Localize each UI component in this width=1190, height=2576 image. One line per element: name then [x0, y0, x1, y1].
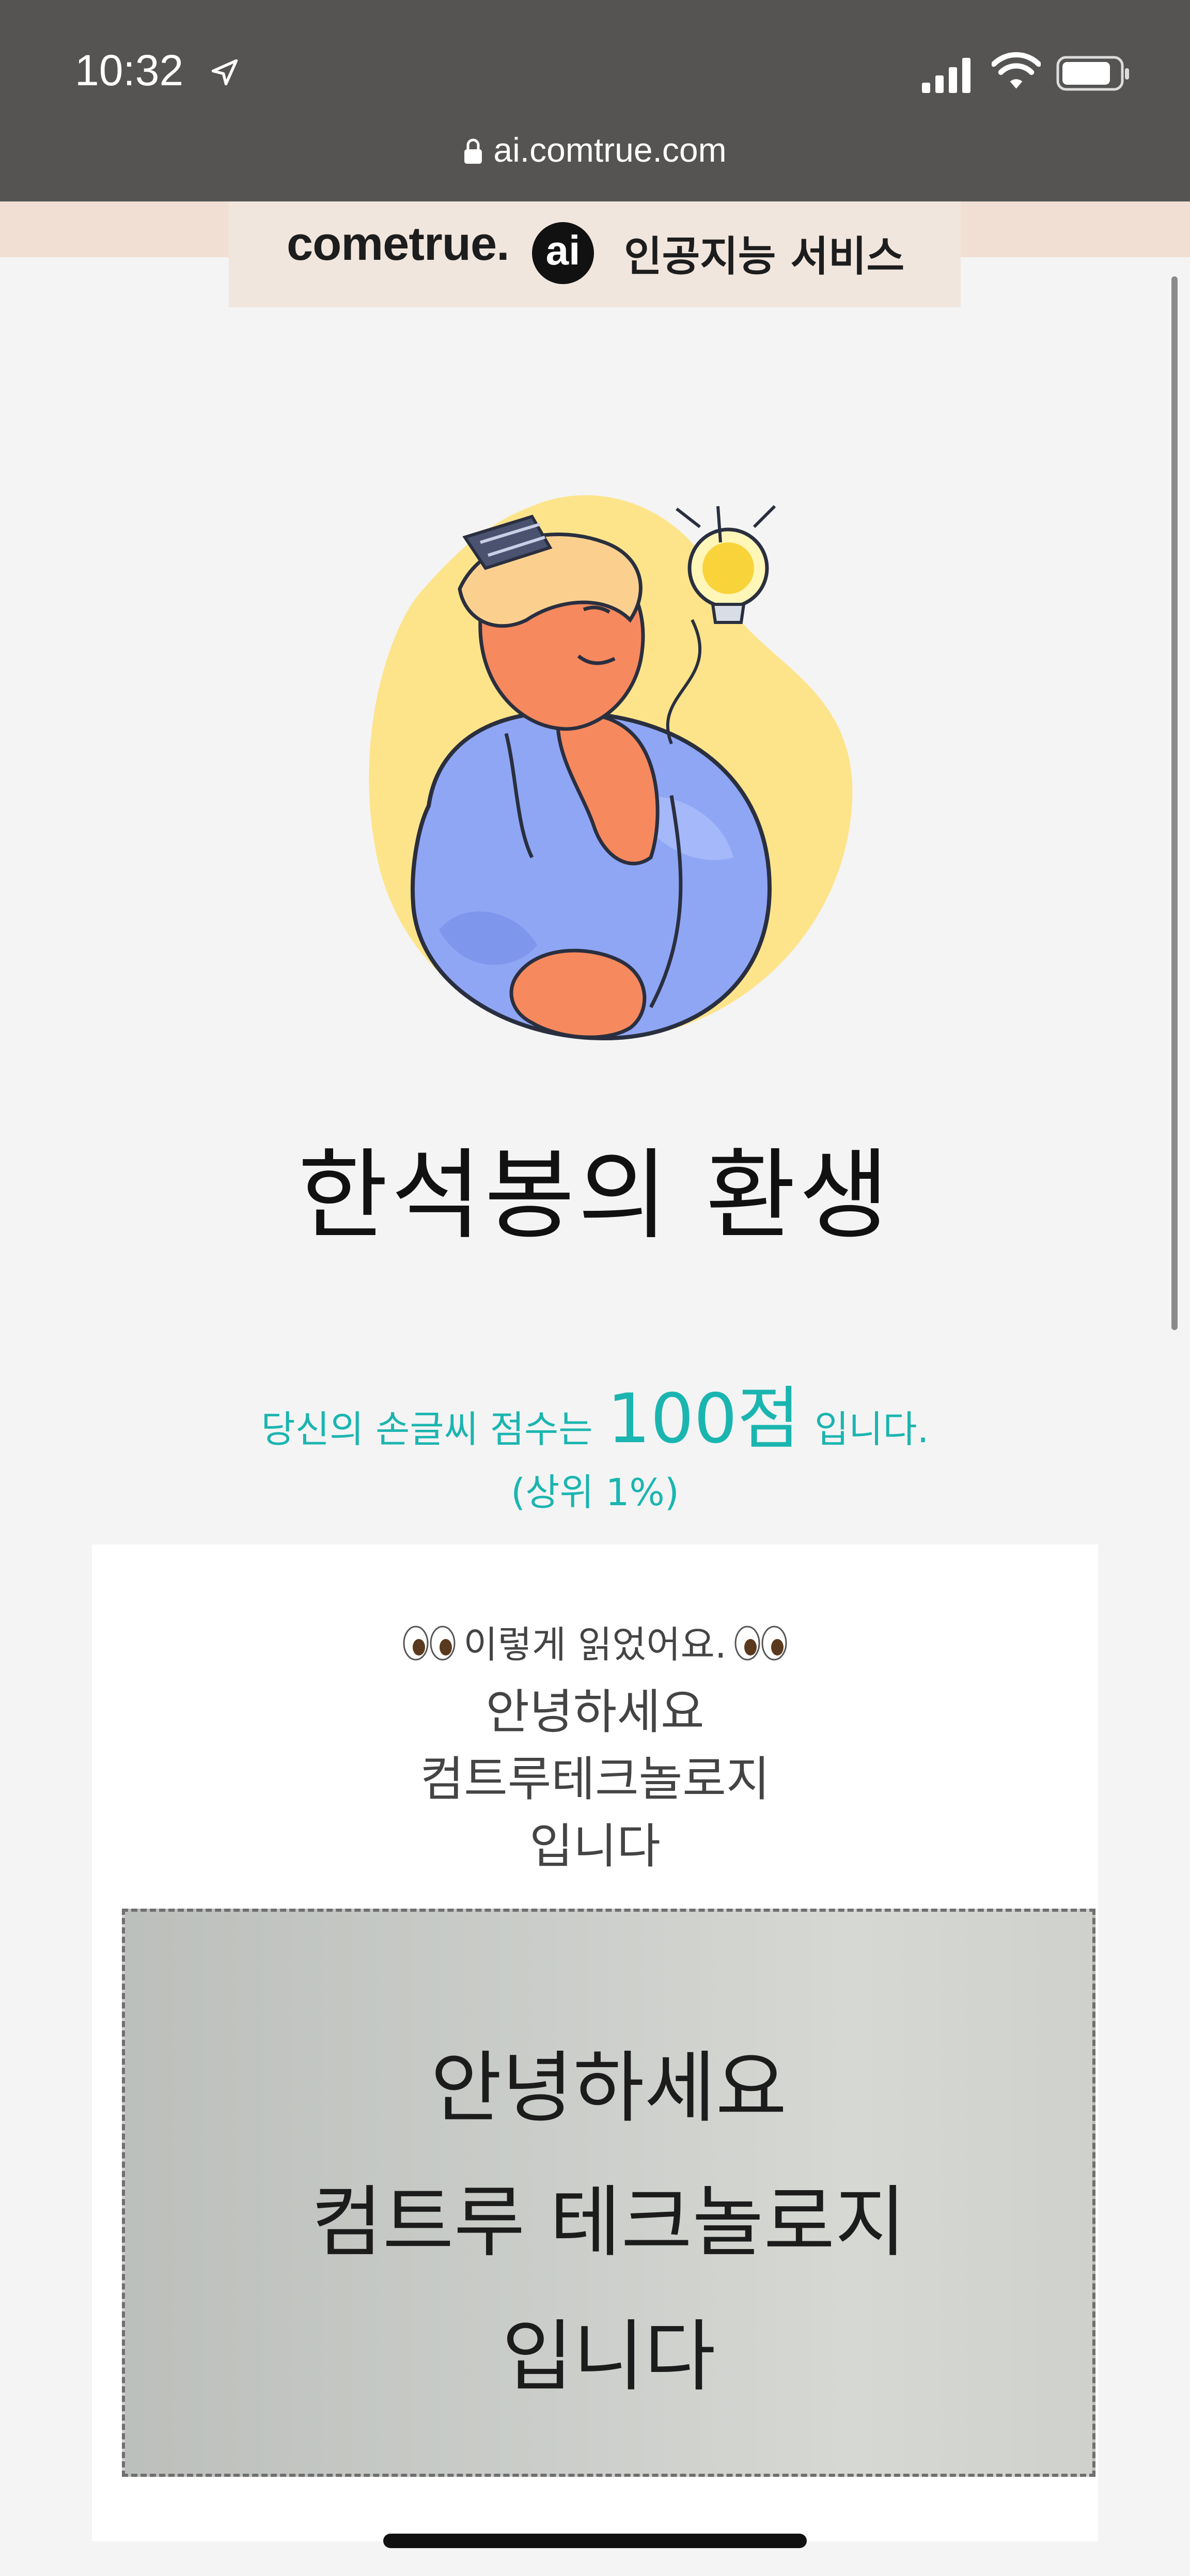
url-text: ai.comtrue.com — [493, 131, 727, 169]
thinking-man-illustration — [362, 465, 868, 1085]
brand-logo-text: cometrue. — [287, 217, 510, 270]
page-title: 한석봉의 환생 — [298, 1138, 892, 1253]
recognized-text-line: 입니다 — [529, 1819, 661, 1874]
handwriting-line: 입니다 — [502, 2312, 716, 2402]
brand-ai-badge: ai — [532, 222, 594, 284]
cellular-signal-icon — [922, 57, 974, 95]
eyes-icon — [734, 1625, 788, 1671]
battery-icon — [1056, 56, 1131, 94]
score-rank: (상위 1%) — [511, 1471, 679, 1514]
eyes-icon — [402, 1625, 456, 1671]
recognized-text-line: 컴트루테크놀로지 — [420, 1752, 770, 1807]
service-label: 인공지능 서비스 — [624, 232, 905, 280]
status-bar: 10:32 ai.comtrue.com — [0, 0, 1190, 201]
result-card: 이렇게 읽었어요. 안녕하세요 컴트루테크놀로지 입니다 안녕하세요 컴트루 테… — [92, 1544, 1098, 2541]
score-suffix: 입니다. — [814, 1408, 929, 1451]
lock-icon — [463, 133, 483, 173]
address-bar[interactable]: ai.comtrue.com — [0, 130, 1190, 173]
score-value: 100점 — [607, 1379, 800, 1459]
score-sentence: 당신의 손글씨 점수는 100점 입니다. — [0, 1364, 1190, 1462]
handwriting-line: 컴트루 테크놀로지 — [311, 2178, 906, 2268]
score-prefix: 당신의 손글씨 점수는 — [261, 1408, 593, 1451]
read-result-label: 이렇게 읽었어요. — [463, 1623, 727, 1666]
location-arrow-icon — [209, 57, 240, 90]
handwriting-line: 안녕하세요 — [430, 2043, 787, 2133]
home-indicator[interactable] — [383, 2534, 807, 2548]
status-time: 10:32 — [75, 46, 184, 95]
recognized-text-line: 안녕하세요 — [486, 1684, 704, 1740]
wifi-icon — [991, 52, 1042, 95]
read-result-heading: 이렇게 읽었어요. — [92, 1614, 1098, 1671]
handwriting-photo: 안녕하세요 컴트루 테크놀로지 입니다 — [122, 1909, 1095, 2477]
